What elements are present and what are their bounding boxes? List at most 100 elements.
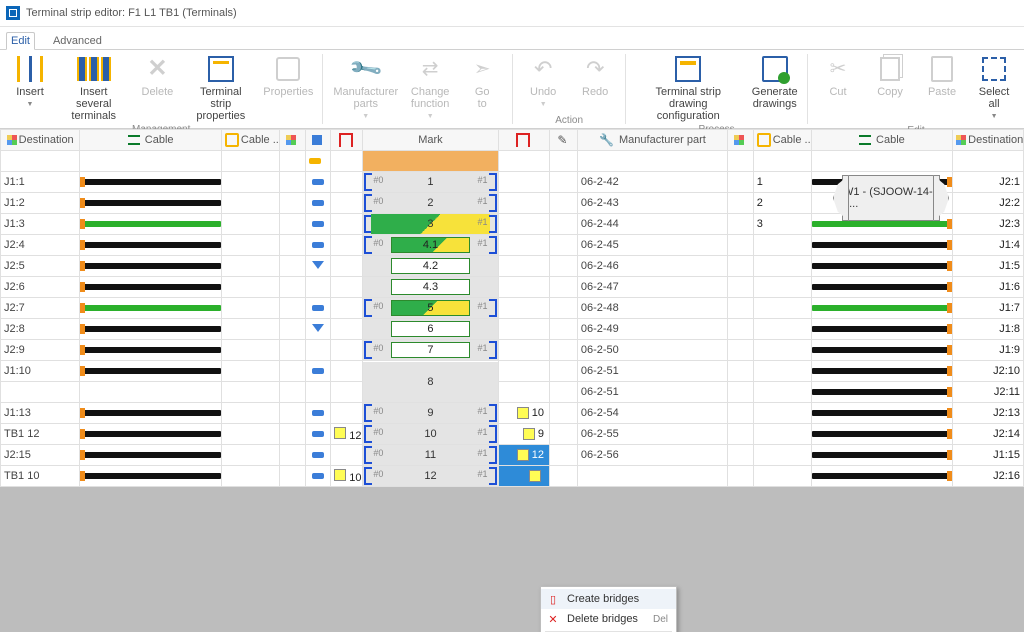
col-manufacturer-part[interactable]: 🔧 Manufacturer part <box>577 130 727 151</box>
table-row[interactable]: J1:13#09#11006-2-54J2:13 <box>1 403 1024 424</box>
delete-button[interactable]: ✕Delete <box>131 52 183 100</box>
terminal-strip-properties-button[interactable]: Terminal strip properties <box>183 52 258 124</box>
col-cable-left[interactable]: Cable <box>80 130 222 151</box>
bridge-right[interactable]: 10 <box>502 407 546 419</box>
mark-cell[interactable]: #012#1 <box>363 466 497 486</box>
level-icon <box>312 431 324 437</box>
col-accessory[interactable]: ✎ <box>549 130 577 151</box>
level-icon <box>312 200 324 206</box>
table-row[interactable]: 06-2-51J2:11 <box>1 382 1024 403</box>
destination-icon <box>956 135 966 145</box>
cable-bar <box>80 256 221 276</box>
tab-advanced[interactable]: Advanced <box>49 33 106 49</box>
paste-button[interactable]: Paste <box>916 52 968 100</box>
col-bridge-left[interactable] <box>331 130 363 151</box>
table-row[interactable]: J2:7#05#106-2-48J1:7 <box>1 298 1024 319</box>
wrench-icon: 🔧 <box>351 56 380 82</box>
table-row[interactable]: J2:64.306-2-47J1:6 <box>1 277 1024 298</box>
table-row[interactable]: J2:9#07#106-2-50J1:9 <box>1 340 1024 361</box>
bridge-square-icon <box>334 427 346 439</box>
drawing-config-icon <box>675 56 701 82</box>
mark-cell[interactable]: 6 <box>363 319 497 339</box>
table-row[interactable]: J1:10806-2-51J2:10 <box>1 361 1024 382</box>
col-cablecore-right[interactable]: Cable ... <box>753 130 811 151</box>
col-symbol-right[interactable] <box>727 130 753 151</box>
mark-cell[interactable]: 4.3 <box>363 277 497 297</box>
bridge-square-icon <box>523 428 535 440</box>
ts-drawing-config-button[interactable]: Terminal strip drawing configuration <box>630 52 746 124</box>
cable-bar <box>80 403 221 423</box>
bridge-square-icon <box>529 470 541 482</box>
insert-button[interactable]: Insert▼ <box>4 52 56 113</box>
mark-cell[interactable]: #010#1 <box>363 424 497 444</box>
delete-icon: ✕ <box>147 63 167 75</box>
cut-button[interactable]: ✂Cut <box>812 52 864 100</box>
col-destination-right[interactable]: Destination <box>953 130 1024 151</box>
mark-cell[interactable]: #07#1 <box>363 340 497 360</box>
table-row[interactable]: TB1 10 10#012#1J2:16 <box>1 466 1024 487</box>
menu-create-bridges[interactable]: ▯Create bridges <box>541 589 676 609</box>
level-icon <box>312 473 324 479</box>
table-row[interactable]: J2:8606-2-49J1:8 <box>1 319 1024 340</box>
properties-button[interactable]: Properties <box>258 52 318 100</box>
cable-box: W1 - (SJOOW-14-3... <box>830 169 952 227</box>
cable-bar <box>80 277 221 297</box>
col-bridge-right[interactable] <box>498 130 549 151</box>
bridge-right[interactable] <box>502 470 546 482</box>
undo-icon: ↶ <box>534 63 552 75</box>
col-level[interactable] <box>305 130 331 151</box>
cable-bar <box>812 382 953 402</box>
ribbon: Insert▼ Insert several terminals ✕Delete… <box>0 50 1024 129</box>
menu-delete-bridges[interactable]: ✕Delete bridgesDel <box>541 609 676 629</box>
col-destination-left[interactable]: Destination <box>1 130 80 151</box>
mark-cell[interactable]: 8 <box>363 362 497 402</box>
context-menu: ▯Create bridges ✕Delete bridgesDel Go to… <box>540 586 677 632</box>
table-row[interactable]: J2:4#04.1#106-2-45J1:4 <box>1 235 1024 256</box>
select-all-button[interactable]: Select all▼ <box>968 52 1020 125</box>
mark-cell[interactable]: #011#1 <box>363 445 497 465</box>
mark-cell[interactable]: #09#1 <box>363 403 497 423</box>
generate-icon <box>762 56 788 82</box>
cable-bar <box>80 340 221 360</box>
app-icon <box>6 6 20 20</box>
mark-cell[interactable]: 4.2 <box>363 256 497 276</box>
go-to-button[interactable]: ➣Go to <box>456 52 508 112</box>
undo-button[interactable]: ↶Undo▼ <box>517 52 569 113</box>
level-icon <box>312 261 324 269</box>
generate-drawings-button[interactable]: Generate drawings <box>746 52 803 112</box>
cable-bar <box>80 193 221 213</box>
window-title: Terminal strip editor: F1 L1 TB1 (Termin… <box>26 7 237 19</box>
mark-cell[interactable]: #02#1 <box>363 193 497 213</box>
manufacturer-parts-button[interactable]: 🔧Manufacturer parts▼ <box>327 52 404 125</box>
bridge-right[interactable]: 9 <box>502 428 546 440</box>
col-symbol-left[interactable] <box>279 130 305 151</box>
mark-cell[interactable]: #05#1 <box>363 298 497 318</box>
table-row[interactable]: J2:54.206-2-46J1:5 <box>1 256 1024 277</box>
redo-button[interactable]: ↶Redo <box>569 52 621 100</box>
level-icon <box>312 242 324 248</box>
cable-bar <box>812 298 953 318</box>
col-cablecore-left[interactable]: Cable ... <box>221 130 279 151</box>
mark-cell[interactable]: #01#1 <box>363 172 497 192</box>
level-icon <box>312 135 322 145</box>
col-mark[interactable]: Mark <box>363 130 498 151</box>
terminal-grid: Destination Cable Cable ... Mark ✎ 🔧 Man… <box>0 129 1024 632</box>
cable-bar <box>812 340 953 360</box>
table-row[interactable]: TB1 12 12#010#1906-2-55J2:14 <box>1 424 1024 445</box>
table-row[interactable]: J2:15#011#11206-2-56J1:15 <box>1 445 1024 466</box>
change-function-button[interactable]: ⇄Change function▼ <box>404 52 456 125</box>
mark-cell[interactable]: #03#1 <box>363 214 497 234</box>
bridge-right[interactable]: 12 <box>502 449 546 461</box>
mark-separator <box>363 151 497 171</box>
insert-several-terminals-button[interactable]: Insert several terminals <box>56 52 131 124</box>
level-icon <box>312 410 324 416</box>
select-all-icon <box>982 57 1006 81</box>
col-cable-right[interactable]: Cable <box>811 130 953 151</box>
cable-bar <box>80 361 221 381</box>
mark-cell[interactable]: #04.1#1 <box>363 235 497 255</box>
level-icon <box>312 324 324 332</box>
copy-button[interactable]: Copy <box>864 52 916 100</box>
mfr-icon: 🔧 <box>599 133 614 147</box>
tab-edit[interactable]: Edit <box>6 32 35 50</box>
title-bar: Terminal strip editor: F1 L1 TB1 (Termin… <box>0 0 1024 27</box>
